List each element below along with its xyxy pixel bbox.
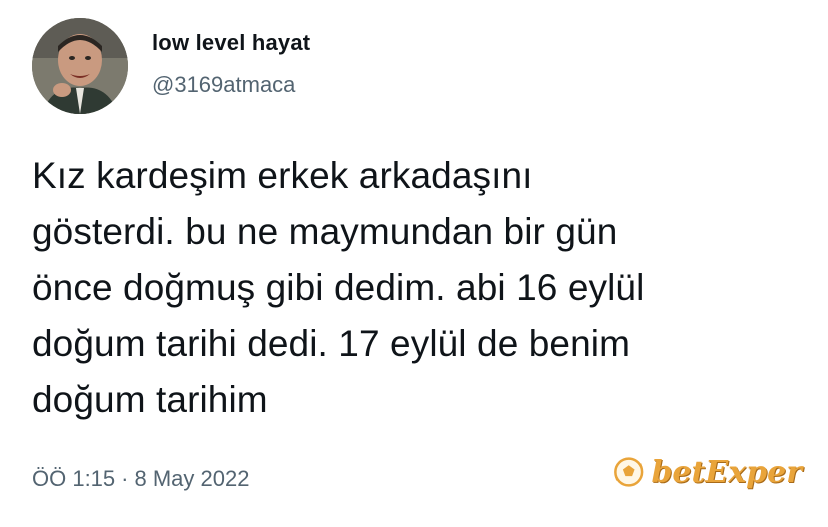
tweet-text: Kız kardeşim erkek arkadaşını gösterdi. … <box>32 155 645 420</box>
author-handle[interactable]: @3169atmaca <box>152 72 295 98</box>
tweet-meta: ÖÖ 1:15 · 8 May 2022 <box>32 466 249 492</box>
tweet-card: low level hayat @3169atmaca Kız kardeşim… <box>0 0 828 527</box>
meta-separator: · <box>121 466 129 491</box>
watermark-text: betExper <box>651 454 802 490</box>
avatar-photo <box>32 18 128 114</box>
author-display-name[interactable]: low level hayat <box>152 30 310 56</box>
watermark-logo: betExper <box>612 448 802 496</box>
avatar[interactable] <box>32 18 128 114</box>
tweet-time-link[interactable]: ÖÖ 1:15 <box>32 466 115 491</box>
tweet-date-link[interactable]: 8 May 2022 <box>134 466 249 491</box>
soccer-ball-icon <box>614 457 644 487</box>
